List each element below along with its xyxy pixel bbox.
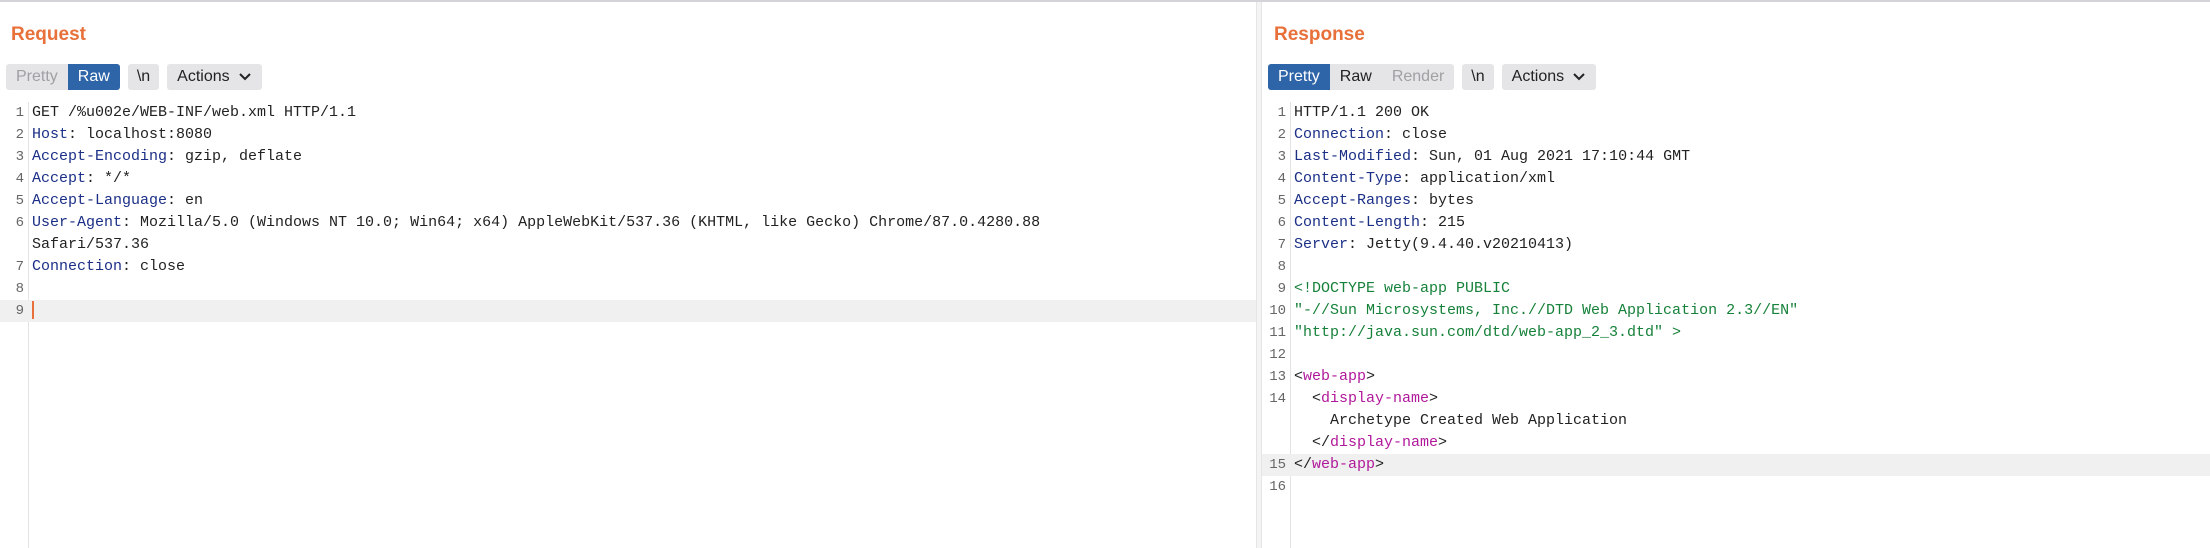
response-pretty-button[interactable]: Pretty xyxy=(1268,64,1330,90)
xml-tag: web-app xyxy=(1303,368,1367,385)
response-line: 3 Last-Modified: Sun, 01 Aug 2021 17:10:4… xyxy=(1277,148,1691,165)
request-pane: Request Pretty Raw \n Actions 1 GET /%u00… xyxy=(0,2,1256,548)
chevron-down-icon xyxy=(238,73,251,81)
request-view-mode-group: Pretty Raw xyxy=(6,64,120,90)
request-actions-button[interactable]: Actions xyxy=(167,64,262,90)
response-line: 1 HTTP/1.1 200 OK xyxy=(1277,104,1430,121)
request-pretty-button[interactable]: Pretty xyxy=(6,64,68,90)
response-line: 14 <display-name> xyxy=(1269,390,1439,407)
request-newline-toggle[interactable]: \n xyxy=(127,64,160,90)
header-name: Content-Length xyxy=(1294,214,1421,231)
response-title: Response xyxy=(1274,24,1365,45)
response-line: Archetype Created Web Application xyxy=(1294,412,1628,429)
response-editor[interactable]: 1 HTTP/1.1 200 OK 2 Connection: close 3 Las… xyxy=(1262,102,2210,548)
request-editor[interactable]: 1 GET /%u002e/WEB-INF/web.xml HTTP/1.1 2H… xyxy=(0,102,1256,548)
response-line: </display-name> xyxy=(1294,434,1448,451)
response-line: 8 xyxy=(1277,259,1286,275)
header-name: Connection xyxy=(1294,126,1385,143)
response-actions-label: Actions xyxy=(1511,68,1565,85)
response-view-mode-group: Pretty Raw Render xyxy=(1268,64,1455,90)
header-name: Last-Modified xyxy=(1294,148,1412,165)
response-line: 16 xyxy=(1269,479,1286,495)
header-name: Content-Type xyxy=(1294,170,1403,187)
xml-tag: web-app xyxy=(1312,456,1376,473)
request-line: 8 xyxy=(15,281,24,297)
doctype-text: <!DOCTYPE web-app PUBLIC xyxy=(1294,280,1511,297)
header-name: Connection xyxy=(32,258,123,275)
request-line: 5 Accept-Language: en xyxy=(15,192,204,209)
header-name: Host xyxy=(32,126,69,143)
response-raw-button[interactable]: Raw xyxy=(1329,64,1382,90)
response-toolbar: Pretty Raw Render \n Actions xyxy=(1268,64,1597,90)
request-actions-label: Actions xyxy=(177,68,230,85)
header-name: Accept-Encoding xyxy=(32,148,168,165)
request-line-current: 9 xyxy=(0,300,1256,322)
header-name: Accept-Language xyxy=(32,192,168,209)
header-name: Accept-Ranges xyxy=(1294,192,1412,209)
request-line: 1 GET /%u002e/WEB-INF/web.xml HTTP/1.1 xyxy=(15,104,357,121)
request-toolbar: Pretty Raw \n Actions xyxy=(6,64,262,90)
response-line: 9 <!DOCTYPE web-app PUBLIC xyxy=(1262,278,2210,300)
xml-tag: display-name xyxy=(1330,434,1439,451)
response-render-button[interactable]: Render xyxy=(1381,64,1455,90)
response-line: 5 Accept-Ranges: bytes xyxy=(1277,192,1475,209)
header-name: User-Agent xyxy=(32,214,123,231)
request-line: 7 Connection: close xyxy=(15,258,186,275)
doctype-text: "http://java.sun.com/dtd/web-app_2_3.dtd… xyxy=(1294,324,1682,341)
response-line: 7 Server: Jetty(9.4.40.v20210413) xyxy=(1277,236,1574,253)
request-raw-button[interactable]: Raw xyxy=(67,64,120,90)
request-line: 4 Accept: */* xyxy=(15,170,132,187)
request-line: 3 Accept-Encoding: gzip, deflate xyxy=(15,148,303,165)
response-actions-button[interactable]: Actions xyxy=(1501,64,1597,90)
header-name: Accept xyxy=(32,170,87,187)
response-pane: Response Pretty Raw Render \n Actions 1H… xyxy=(1262,2,2210,548)
header-name: Server xyxy=(1294,236,1349,253)
response-line: 6 Content-Length: 215 xyxy=(1277,214,1466,231)
response-line: 2 Connection: close xyxy=(1277,126,1448,143)
response-line: 11 "http://java.sun.com/dtd/web-app_2_3.d… xyxy=(1262,322,2210,344)
request-line: Safari/537.36 xyxy=(32,236,150,253)
response-line-highlighted: 15 </web-app> xyxy=(1262,454,2210,476)
request-title: Request xyxy=(11,24,86,45)
response-line: 13 <web-app> xyxy=(1269,368,1376,385)
text-caret xyxy=(32,301,34,320)
doctype-text: "-//Sun Microsystems, Inc.//DTD Web Appl… xyxy=(1294,302,1799,319)
xml-tag: display-name xyxy=(1321,390,1430,407)
response-line: 4 Content-Type: application/xml xyxy=(1277,170,1556,187)
response-newline-toggle[interactable]: \n xyxy=(1462,64,1494,90)
request-line: 2 Host: localhost:8080 xyxy=(15,126,213,143)
response-line: 12 xyxy=(1269,347,1286,363)
chevron-down-icon xyxy=(1573,73,1585,81)
response-line: 10 "-//Sun Microsystems, Inc.//DTD Web Ap… xyxy=(1262,300,2210,322)
request-line: 6 User-Agent: Mozilla/5.0 (Windows NT 10.… xyxy=(15,214,1041,231)
